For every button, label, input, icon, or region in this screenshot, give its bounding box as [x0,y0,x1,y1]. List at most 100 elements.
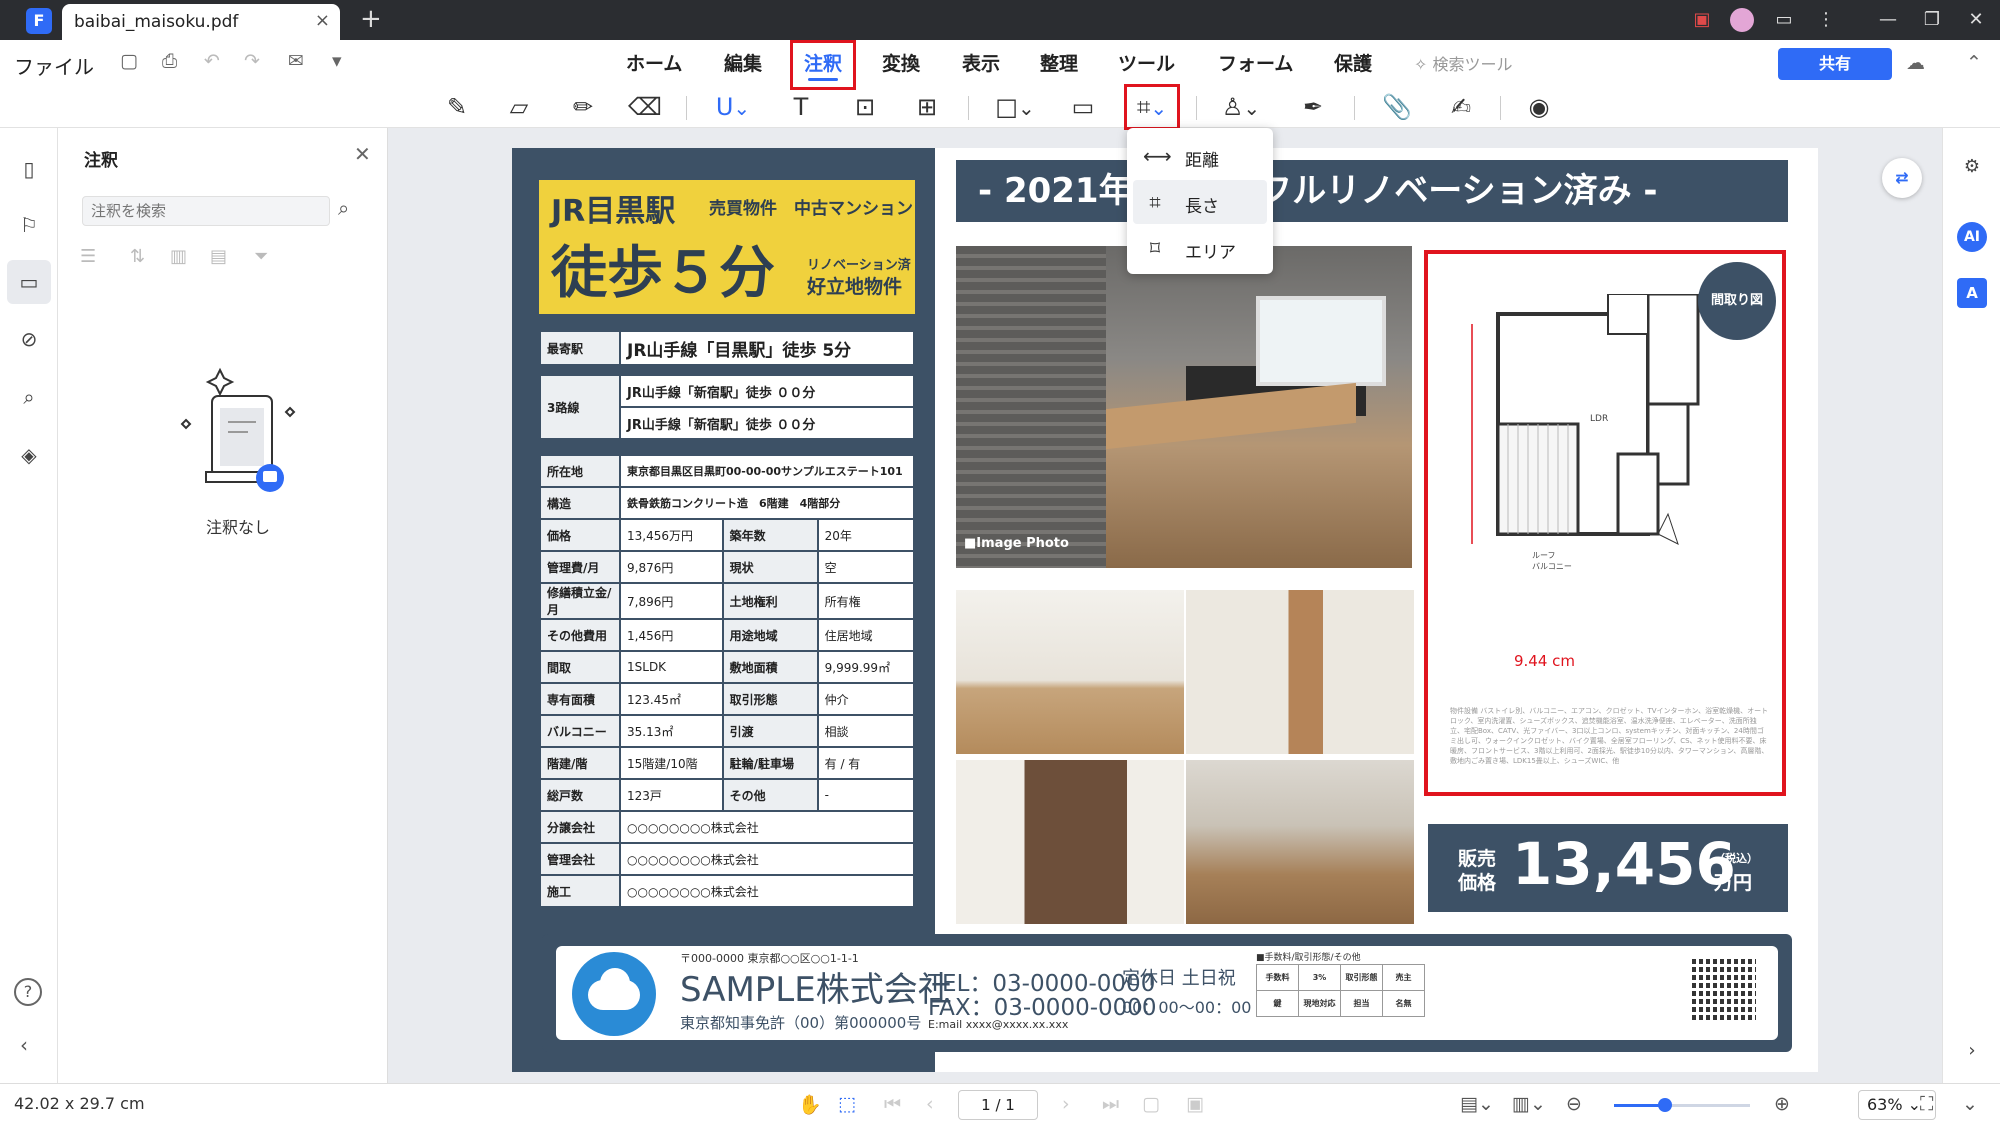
tab-protect[interactable]: 保護 [1334,49,1372,76]
floorplan-label-roof: ルーフ バルコニー [1532,551,1572,571]
collapse-ribbon-icon[interactable]: ⌃ [1966,52,1982,74]
pencil-icon[interactable]: ✏ [566,90,600,124]
sort-icon[interactable]: ☰ [80,246,96,267]
floorplan-area[interactable]: LDR ルーフ バルコニー 間取り図 9.44 cm 物件設備 バストイレ別、バ… [1424,250,1786,796]
comment-list-icon[interactable]: ✍ [1444,90,1478,124]
prev-page-icon[interactable]: ‹ [926,1093,934,1115]
search-icon[interactable]: ⌕ [338,196,349,220]
bookmark-icon[interactable]: ⚐ [14,210,44,240]
customize-icon[interactable]: ▾ [332,50,342,72]
column-icon[interactable]: ▥ [170,246,187,267]
collapse-panel-icon[interactable]: ‹ [20,1033,28,1057]
print-icon[interactable]: ⎙ [162,50,177,72]
search-tool[interactable]: ✧ 検索ツール [1414,51,1513,75]
eye-icon[interactable]: ◉ [1522,90,1556,124]
textbox-icon[interactable]: ⊡ [848,90,882,124]
collapse-icon[interactable]: ⌄ [1962,1093,1978,1115]
feedback-icon[interactable]: ▭ [1772,8,1796,32]
eraser-icon[interactable]: ⌫ [628,90,662,124]
tab-annotation[interactable]: 注釈 [804,49,842,76]
notification-icon[interactable]: ▣ [1690,8,1714,32]
cloud-icon[interactable]: ☁ [1906,52,1925,74]
comment-search-input[interactable] [82,196,330,226]
page-thumbnail-icon[interactable]: ▯ [14,154,44,184]
help-icon[interactable]: ? [14,978,42,1006]
share-button[interactable]: 共有 [1778,48,1892,80]
fit-icon[interactable]: ▣ [1186,1093,1204,1115]
select-tool-icon[interactable]: ⬚ [838,1093,856,1115]
zoom-slider[interactable] [1614,1104,1750,1107]
headline-sub2: 好立地物件 [807,276,903,298]
right-rail: ⚙ AI A › [1942,128,2000,1083]
measure-length-item[interactable]: ⌗ 長さ [1133,180,1267,224]
properties-icon[interactable]: ⚙ [1957,152,1987,182]
tab-view[interactable]: 表示 [962,49,1000,76]
column-settings-icon[interactable]: ▤ [210,246,227,267]
page-layout-icon[interactable]: ▤⌄ [1460,1093,1494,1115]
redo-icon[interactable]: ↷ [244,50,260,72]
filter-icon[interactable]: ⏷ [254,246,268,267]
undo-icon[interactable]: ↶ [204,50,220,72]
company-value: ○○○○○○○○株式会社 [619,842,915,876]
floorplan-badge: 間取り図 [1698,262,1776,340]
note-icon[interactable]: ▭ [1066,90,1100,124]
save-icon[interactable]: ▢ [120,50,138,72]
fullscreen-icon[interactable]: ⛶ [1920,1093,1933,1115]
next-page-icon[interactable]: › [1062,1093,1070,1115]
close-panel-icon[interactable]: ✕ [354,142,371,166]
attachment-icon[interactable]: 📎 [1380,90,1414,124]
last-page-icon[interactable]: ⏭ [1102,1093,1119,1115]
text-icon[interactable]: T [784,90,818,124]
zoom-in-icon[interactable]: ⊕ [1774,1093,1790,1115]
close-window-icon[interactable]: ✕ [1964,8,1988,32]
company-value: ○○○○○○○○株式会社 [619,810,915,844]
detail-cell: その他 [721,778,819,812]
station-value: JR山手線「目黒駅」徒歩 5分 [619,330,915,366]
measure-icon[interactable]: ⌗⌄ [1128,90,1176,124]
underline-icon[interactable]: U⌄ [710,90,756,124]
area-highlight-icon[interactable]: ▱ [502,90,536,124]
first-page-icon[interactable]: ⏮ [884,1093,901,1115]
shape-icon[interactable]: □⌄ [992,90,1038,124]
stamp-icon[interactable]: ♙⌄ [1218,90,1264,124]
avatar[interactable] [1730,8,1754,32]
zoom-slider-handle[interactable] [1658,1098,1672,1112]
sort-order-icon[interactable]: ⇅ [130,246,145,267]
hand-tool-icon[interactable]: ✋ [798,1093,822,1116]
rotate-icon[interactable]: ▢ [1142,1093,1160,1115]
floating-translate-icon[interactable]: ⇄ [1882,158,1922,198]
highlight-icon[interactable]: ✎ [440,90,474,124]
tab-tools[interactable]: ツール [1118,49,1175,76]
close-tab-icon[interactable]: × [315,10,330,31]
view-mode-icon[interactable]: ▥⌄ [1512,1093,1546,1115]
new-tab-icon[interactable]: + [360,4,382,34]
tab-home[interactable]: ホーム [626,49,682,76]
measure-distance-item[interactable]: ⟷ 距離 [1133,134,1267,178]
expand-panel-icon[interactable]: › [1957,1036,1987,1066]
price-tax: （税込） [1714,852,1758,865]
tab-edit[interactable]: 編集 [724,49,762,76]
more-options-icon[interactable]: ⋮ [1814,8,1838,32]
attachment-icon[interactable]: ⊘ [14,324,44,354]
file-menu[interactable]: ファイル [14,51,94,80]
tab-convert[interactable]: 変換 [882,49,920,76]
document-tab[interactable]: baibai_maisoku.pdf × [62,4,340,40]
tab-organize[interactable]: 整理 [1040,49,1078,76]
length-measurement[interactable]: 9.44 cm [1514,652,1575,670]
minimize-icon[interactable]: — [1876,8,1900,32]
layers-icon[interactable]: ◈ [14,440,44,470]
callout-icon[interactable]: ⊞ [910,90,944,124]
tab-form[interactable]: フォーム [1218,49,1293,76]
translate-icon[interactable]: A [1957,278,1987,308]
restore-icon[interactable]: ❐ [1920,8,1944,32]
comment-panel-icon[interactable]: ▭ [7,260,51,304]
ai-assistant-icon[interactable]: AI [1957,222,1987,252]
zoom-out-icon[interactable]: ⊖ [1566,1093,1582,1115]
search-icon[interactable]: ⌕ [14,382,44,412]
price-unit: 万円 [1714,872,1753,894]
measure-area-item[interactable]: ⌑ エリア [1133,226,1267,270]
room-photo [1186,590,1414,754]
mail-icon[interactable]: ✉ [288,50,304,72]
signature-icon[interactable]: ✒ [1296,90,1330,124]
page-number-input[interactable]: 1 / 1 [958,1090,1038,1120]
